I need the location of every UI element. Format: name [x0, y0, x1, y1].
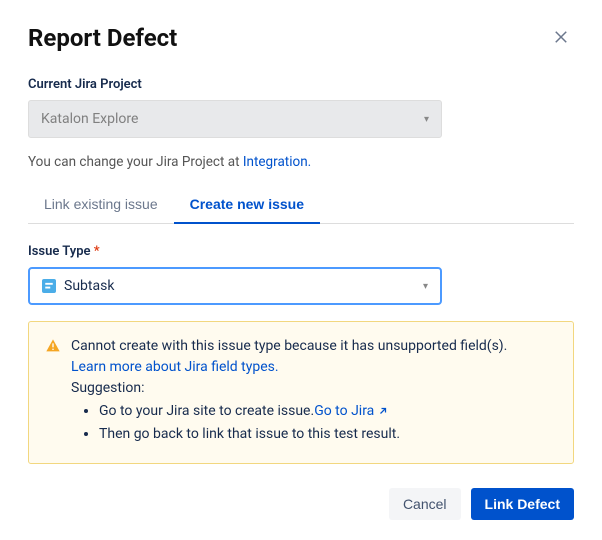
- external-link-icon: [377, 405, 389, 417]
- warning-icon: [45, 338, 61, 447]
- issue-type-label: Issue Type *: [28, 244, 574, 259]
- suggestion-item-1: Go to your Jira site to create issue.Go …: [99, 401, 507, 422]
- tab-bar: Link existing issue Create new issue: [28, 186, 574, 224]
- subtask-icon: [42, 279, 56, 293]
- close-button[interactable]: [548, 24, 574, 53]
- chevron-down-icon: ▾: [423, 281, 428, 292]
- suggestion-label: Suggestion:: [71, 380, 145, 396]
- tab-create-new[interactable]: Create new issue: [174, 186, 320, 224]
- project-select[interactable]: Katalon Explore ▾: [28, 100, 442, 138]
- issue-type-label-text: Issue Type: [28, 244, 91, 259]
- chevron-down-icon: ▾: [424, 114, 429, 125]
- project-value: Katalon Explore: [41, 111, 138, 127]
- dialog-title: Report Defect: [28, 24, 177, 52]
- dialog-header: Report Defect: [28, 24, 574, 53]
- learn-more-link[interactable]: Learn more about Jira field types.: [71, 359, 279, 375]
- link-defect-button[interactable]: Link Defect: [471, 488, 574, 520]
- go-to-jira-link[interactable]: Go to Jira: [314, 403, 389, 419]
- project-label: Current Jira Project: [28, 77, 574, 92]
- go-to-jira-text: Go to Jira: [314, 403, 374, 419]
- suggestion-item-2: Then go back to link that issue to this …: [99, 424, 507, 445]
- warning-panel: Cannot create with this issue type becau…: [28, 321, 574, 464]
- issue-type-select[interactable]: Subtask ▾: [28, 267, 442, 305]
- dialog-footer: Cancel Link Defect: [28, 488, 574, 520]
- integration-link[interactable]: Integration.: [243, 154, 311, 170]
- warning-content: Cannot create with this issue type becau…: [71, 336, 507, 447]
- required-asterisk: *: [94, 244, 100, 259]
- help-prefix: You can change your Jira Project at: [28, 154, 243, 170]
- project-help-text: You can change your Jira Project at Inte…: [28, 154, 574, 170]
- step1-text: Go to your Jira site to create issue.: [99, 403, 314, 419]
- suggestion-list: Go to your Jira site to create issue.Go …: [71, 401, 507, 445]
- issue-type-value: Subtask: [64, 278, 415, 294]
- cancel-button[interactable]: Cancel: [389, 488, 461, 520]
- report-defect-dialog: Report Defect Current Jira Project Katal…: [0, 0, 602, 540]
- tab-link-existing[interactable]: Link existing issue: [28, 186, 174, 224]
- warning-message: Cannot create with this issue type becau…: [71, 338, 507, 354]
- close-icon: [552, 28, 570, 49]
